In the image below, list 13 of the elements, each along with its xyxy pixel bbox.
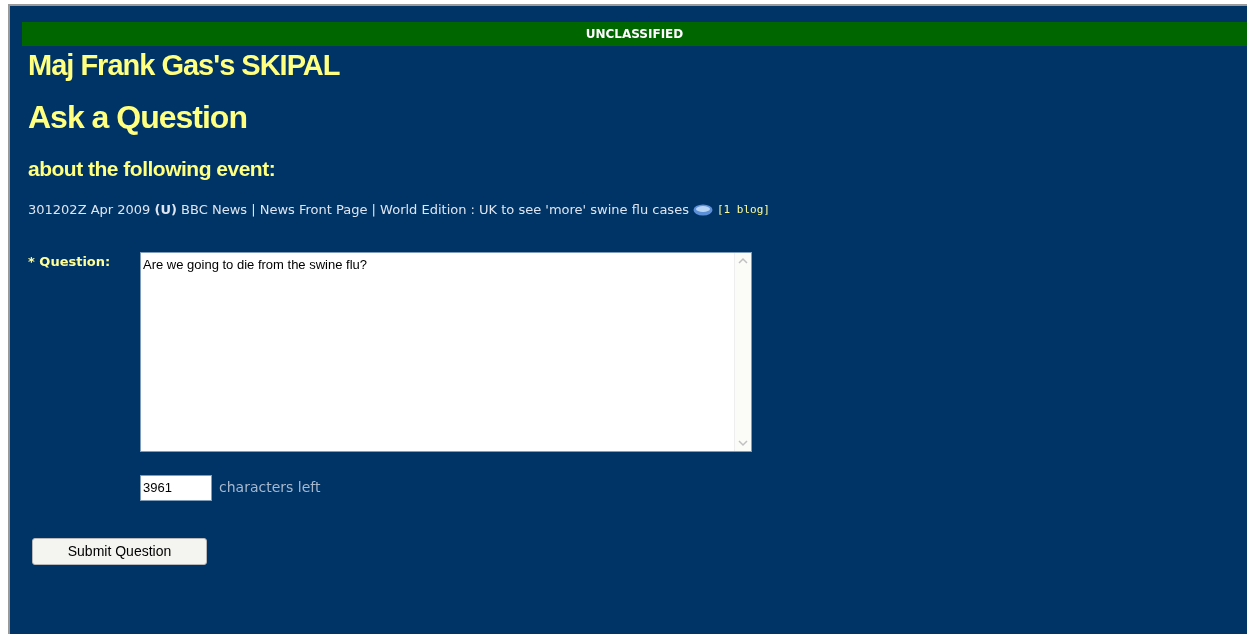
blog-icon <box>692 203 713 217</box>
page-title: Maj Frank Gas's SKIPAL <box>28 48 341 82</box>
question-label: * Question: <box>28 252 112 271</box>
classification-banner: UNCLASSIFIED <box>22 22 1247 46</box>
page-subheading: about the following event: <box>28 156 277 182</box>
question-textarea[interactable]: Are we going to die from the swine flu? <box>140 251 752 452</box>
event-description: 301202Z Apr 2009 (U) BBC News | News Front Page | World Edition : UK to see 'more' swine flu cases <box>28 201 689 219</box>
characters-left-label: characters left <box>219 478 321 497</box>
characters-left-field[interactable]: 3961 <box>140 474 212 501</box>
scrollbar[interactable] <box>734 252 751 451</box>
page-heading: Ask a Question <box>28 98 248 136</box>
submit-button[interactable]: Submit Question <box>32 537 207 565</box>
blog-link[interactable]: [1 blog] <box>716 201 770 218</box>
